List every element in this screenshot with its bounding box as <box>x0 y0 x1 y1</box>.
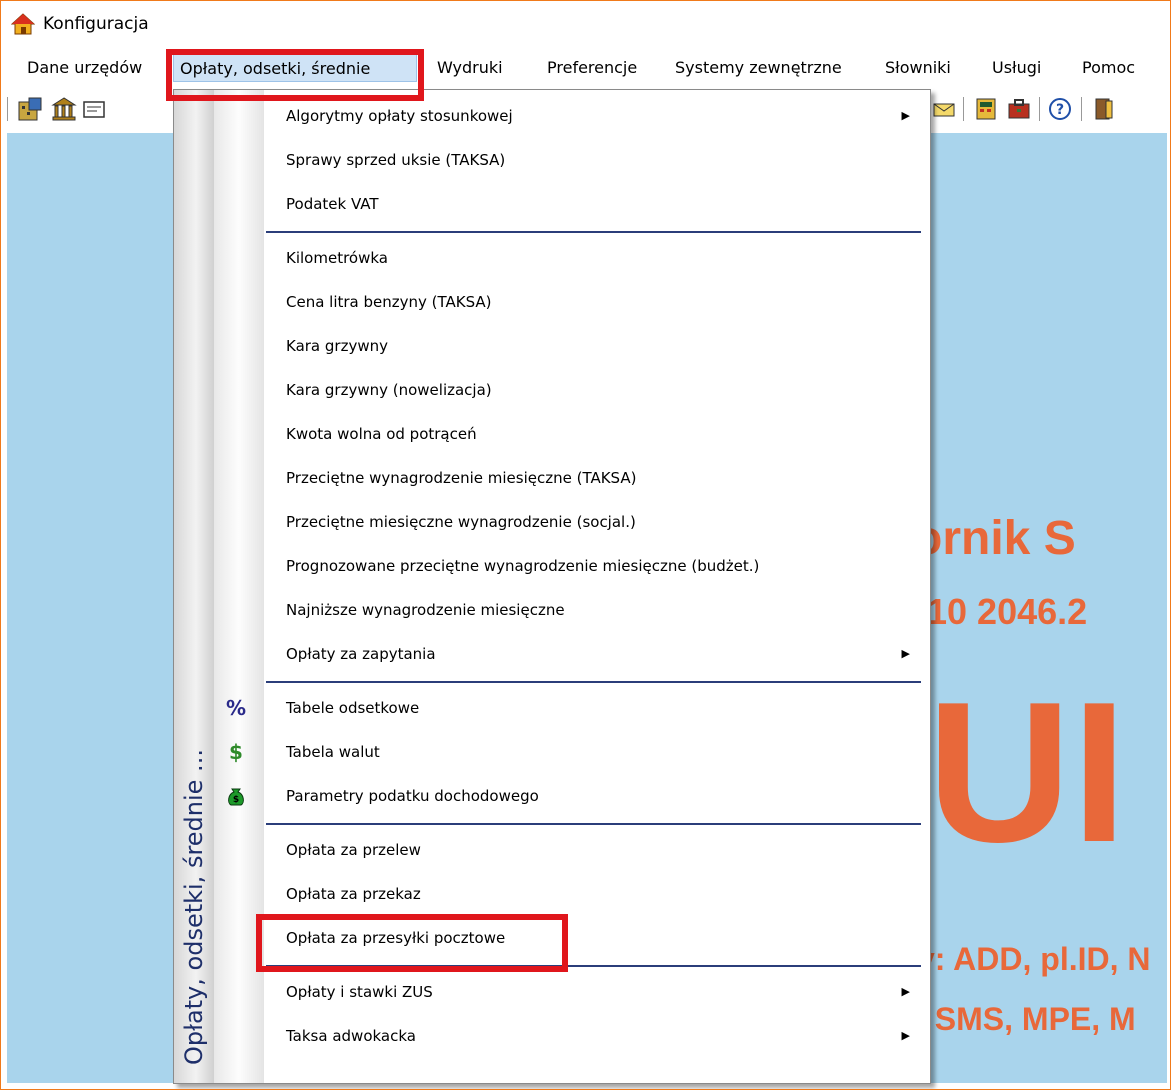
menu-item-oplata-za-przesylki-pocztowe[interactable]: Opłata za przesyłki pocztowe <box>264 916 928 960</box>
menu-item-label: Parametry podatku dochodowego <box>286 787 539 805</box>
menu-separator <box>266 231 921 233</box>
menu-item-oplata-za-przekaz[interactable]: Opłata za przekaz <box>264 872 928 916</box>
modules-text-1: y: ADD, pl.ID, N <box>917 941 1151 977</box>
menu-item-label: Podatek VAT <box>286 195 379 213</box>
house-icon <box>11 13 35 35</box>
menu-item-kara-grzywny[interactable]: Kara grzywny <box>264 324 928 368</box>
menu-item-taksa-adwokacka[interactable]: Taksa adwokacka ▶ <box>264 1014 928 1058</box>
menu-item-label: Algorytmy opłaty stosunkowej <box>286 107 513 125</box>
menu-item-najnizsze-wynagrodzenie[interactable]: Najniższe wynagrodzenie miesięczne <box>264 588 928 632</box>
menu-uslugi[interactable]: Usługi <box>986 54 1047 82</box>
toolbar-separator <box>1081 97 1082 121</box>
menu-icon-column <box>214 90 264 1083</box>
svg-text:?: ? <box>1056 102 1064 118</box>
menu-slowniki[interactable]: Słowniki <box>879 54 957 82</box>
menu-oplaty-odsetki-srednie[interactable]: Opłaty, odsetki, średnie <box>173 54 417 82</box>
percent-icon: % <box>225 696 247 720</box>
menu-item-podatek-vat[interactable]: Podatek VAT <box>264 182 928 226</box>
menu-item-label: Opłata za przesyłki pocztowe <box>286 929 506 947</box>
menu-bar: Dane urzędów Opłaty, odsetki, średnie Wy… <box>1 47 1170 87</box>
svg-text:$: $ <box>233 795 239 805</box>
submenu-arrow-icon: ▶ <box>901 985 910 998</box>
menu-item-przecietne-wynagrodzenie-taksa[interactable]: Przeciętne wynagrodzenie miesięczne (TAK… <box>264 456 928 500</box>
menu-item-label: Prognozowane przeciętne wynagrodzenie mi… <box>286 557 760 575</box>
menu-item-kara-grzywny-nowelizacja[interactable]: Kara grzywny (nowelizacja) <box>264 368 928 412</box>
menu-item-label: Taksa adwokacka <box>286 1027 416 1045</box>
window-title: Konfiguracja <box>43 14 149 34</box>
menu-item-label: Cena litra benzyny (TAKSA) <box>286 293 492 311</box>
menu-item-label: Opłaty i stawki ZUS <box>286 983 433 1001</box>
title-bar: Konfiguracja <box>1 1 1170 45</box>
version-text: .10 2046.2 <box>917 591 1088 632</box>
toolbar-separator <box>963 97 964 121</box>
menu-item-label: Sprawy sprzed uksie (TAKSA) <box>286 151 506 169</box>
bank-icon[interactable] <box>51 96 77 122</box>
menu-item-label: Tabele odsetkowe <box>286 699 420 717</box>
menu-item-oplata-za-przelew[interactable]: Opłata za przelew <box>264 828 928 872</box>
menu-item-algorytmy-oplaty[interactable]: Algorytmy opłaty stosunkowej ▶ <box>264 94 928 138</box>
menu-side-label: Opłaty, odsetki, średnie ... <box>180 749 208 1065</box>
calculator-icon[interactable] <box>973 96 999 122</box>
menu-pomoc[interactable]: Pomoc <box>1076 54 1141 82</box>
briefcase-icon[interactable] <box>1006 96 1032 122</box>
menu-item-cena-litra-benzyny[interactable]: Cena litra benzyny (TAKSA) <box>264 280 928 324</box>
dollar-icon: $ <box>229 740 243 764</box>
menu-item-label: Kara grzywny <box>286 337 388 355</box>
konfiguracja-window: Konfiguracja Dane urzędów Opłaty, odsetk… <box>0 0 1171 1090</box>
menu-systemy-zewnetrzne[interactable]: Systemy zewnętrzne <box>669 54 848 82</box>
menu-item-label: Tabela walut <box>286 743 380 761</box>
menu-item-label: Kwota wolna od potrąceń <box>286 425 477 443</box>
menu-separator <box>266 965 921 967</box>
menu-item-label: Przeciętne wynagrodzenie miesięczne (TAK… <box>286 469 637 487</box>
modules-text-2: , SMS, MPE, M <box>917 1001 1136 1037</box>
menu-item-parametry-podatku[interactable]: $ Parametry podatku dochodowego <box>228 774 928 818</box>
menu-wydruki[interactable]: Wydruki <box>431 54 509 82</box>
menu-item-label: Przeciętne miesięczne wynagrodzenie (soc… <box>286 513 636 531</box>
menu-item-kwota-wolna[interactable]: Kwota wolna od potrąceń <box>264 412 928 456</box>
menu-item-label: Opłata za przekaz <box>286 885 421 903</box>
submenu-arrow-icon: ▶ <box>901 647 910 660</box>
menu-item-sprawy-sprzed-uksie[interactable]: Sprawy sprzed uksie (TAKSA) <box>264 138 928 182</box>
menu-dane-urzedow[interactable]: Dane urzędów <box>21 54 148 82</box>
money-bag-icon: $ <box>228 788 244 806</box>
office-building-icon[interactable] <box>17 96 43 122</box>
submenu-arrow-icon: ▶ <box>901 1029 910 1042</box>
menu-item-label: Opłata za przelew <box>286 841 421 859</box>
menu-item-oplaty-i-stawki-zus[interactable]: Opłaty i stawki ZUS ▶ <box>264 970 928 1014</box>
toolbar-grip <box>7 97 8 121</box>
app-name-text: ornik S <box>913 512 1076 565</box>
menu-item-prognozowane-wynagrodzenie[interactable]: Prognozowane przeciętne wynagrodzenie mi… <box>264 544 928 588</box>
menu-item-kilometrowka[interactable]: Kilometrówka <box>264 236 928 280</box>
menu-item-oplaty-za-zapytania[interactable]: Opłaty za zapytania ▶ <box>264 632 928 676</box>
menu-separator <box>266 681 921 683</box>
help-icon[interactable]: ? <box>1047 96 1073 122</box>
menu-side-strip: Opłaty, odsetki, średnie ... <box>174 90 214 1083</box>
envelope-icon[interactable] <box>931 96 957 122</box>
menu-separator <box>266 823 921 825</box>
logo-text: UI <box>927 661 1127 884</box>
submenu-arrow-icon: ▶ <box>901 109 910 122</box>
menu-item-label: Kara grzywny (nowelizacja) <box>286 381 492 399</box>
menu-item-label: Najniższe wynagrodzenie miesięczne <box>286 601 565 619</box>
oplaty-dropdown-menu: Opłaty, odsetki, średnie ... Algorytmy o… <box>173 89 931 1084</box>
menu-item-label: Kilometrówka <box>286 249 388 267</box>
menu-item-label: Opłaty za zapytania <box>286 645 436 663</box>
toolbar-separator <box>1039 97 1040 121</box>
menu-item-tabele-odsetkowe[interactable]: % Tabele odsetkowe <box>226 686 928 730</box>
menu-item-przecietne-wynagrodzenie-socjal[interactable]: Przeciętne miesięczne wynagrodzenie (soc… <box>264 500 928 544</box>
card-icon[interactable] <box>81 96 107 122</box>
menu-preferencje[interactable]: Preferencje <box>541 54 643 82</box>
menu-item-tabela-walut[interactable]: $ Tabela walut <box>229 730 928 774</box>
exit-door-icon[interactable] <box>1091 96 1117 122</box>
